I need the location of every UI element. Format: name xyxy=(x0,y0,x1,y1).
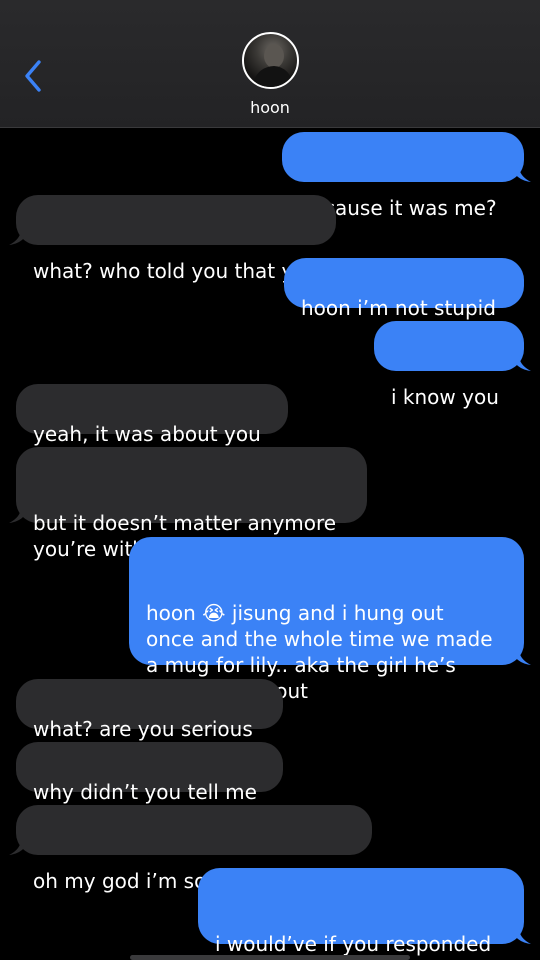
bubble-tail xyxy=(9,839,29,855)
contact-name[interactable]: hoon xyxy=(0,98,540,117)
message-bubble-received[interactable]: what? who told you that yn xyxy=(9,195,336,283)
bubble-tail xyxy=(511,166,531,182)
message-bubble-sent[interactable]: i know you xyxy=(374,321,531,409)
messages-screen: hoon because it was me? what? who told y… xyxy=(0,0,540,960)
message-text: yeah, it was about you xyxy=(33,422,261,446)
home-indicator[interactable] xyxy=(130,955,410,960)
bubble-tail xyxy=(9,507,29,523)
message-bubble-sent[interactable]: i would’ve if you responded to me :(( xyxy=(198,868,531,960)
message-text: i know you xyxy=(391,385,499,409)
bubble-tail xyxy=(511,649,531,665)
bubble-tail xyxy=(511,928,531,944)
message-text: hoon i’m not stupid xyxy=(301,296,496,320)
contact-avatar[interactable] xyxy=(242,32,299,89)
bubble-tail xyxy=(9,229,29,245)
message-bubble-received[interactable]: oh my god i’m so sorry sweets xyxy=(9,805,372,893)
message-bubble-received[interactable]: yeah, it was about you xyxy=(16,384,288,446)
message-bubble-sent[interactable]: because it was me? xyxy=(282,132,531,220)
chevron-left-icon xyxy=(25,60,41,92)
message-text: what? are you serious xyxy=(33,717,253,741)
message-text: why didn’t you tell me xyxy=(33,780,257,804)
message-text: what? who told you that yn xyxy=(33,259,307,283)
message-bubble-received[interactable]: why didn’t you tell me xyxy=(16,742,283,804)
message-bubble-sent[interactable]: hoon 😭 jisung and i hung out once and th… xyxy=(129,537,531,703)
conversation-header: hoon xyxy=(0,0,540,128)
back-button[interactable] xyxy=(18,56,48,96)
message-bubble-received[interactable]: what? are you serious xyxy=(16,679,283,741)
bubble-tail xyxy=(511,355,531,371)
message-bubble-sent[interactable]: hoon i’m not stupid xyxy=(284,258,524,320)
message-bubble-received[interactable]: but it doesn’t matter anymore you’re wit… xyxy=(9,447,367,561)
